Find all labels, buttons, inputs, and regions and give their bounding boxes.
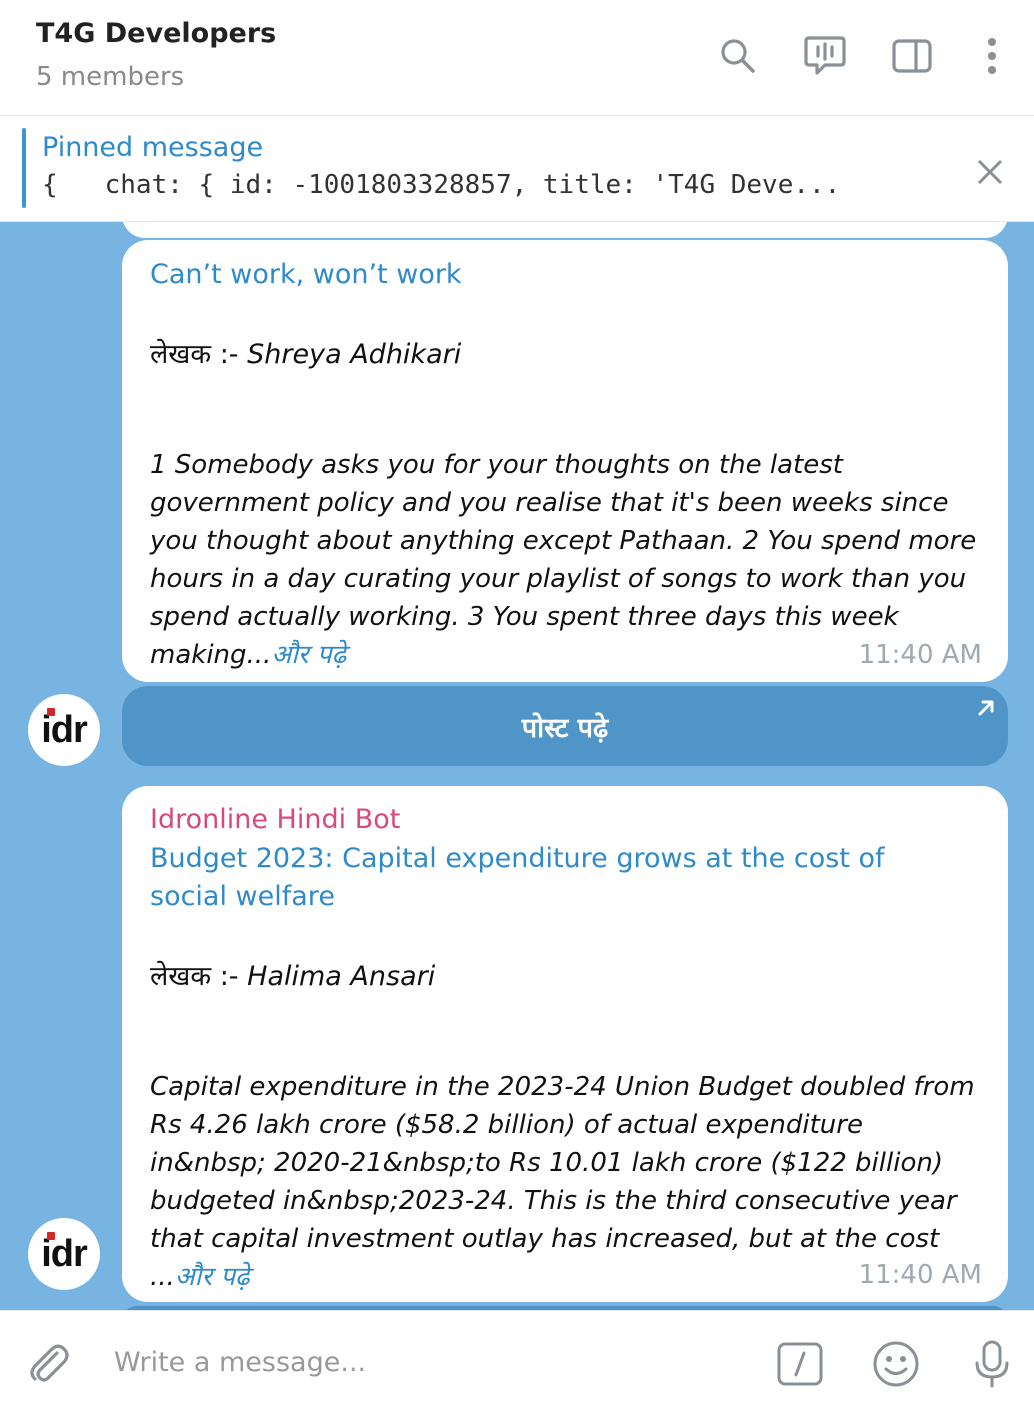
chat-title[interactable]: T4G Developers — [36, 18, 276, 49]
chat-header: T4G Developers 5 members — [0, 0, 1034, 116]
message-text: 1 Somebody asks you for your thoughts on… — [150, 450, 977, 670]
message-bubble[interactable]: Idronline Hindi Bot Budget 2023: Capital… — [122, 786, 1008, 1302]
read-post-button[interactable]: पोस्ट पढ़े — [122, 686, 1008, 766]
message-title[interactable]: Budget 2023: Capital expenditure grows a… — [150, 840, 970, 916]
message-time: 11:40 AM — [858, 1260, 982, 1290]
message-input[interactable]: Write a message... — [114, 1347, 366, 1378]
read-more-link[interactable]: और पढ़े — [175, 1262, 250, 1292]
author-prefix: लेखक :- — [150, 339, 248, 370]
previous-message-edge — [122, 222, 1008, 238]
search-icon[interactable] — [716, 34, 760, 78]
read-post-label: पोस्ट पढ़े — [521, 712, 609, 744]
avatar-logo-dot — [47, 1232, 55, 1240]
bot-avatar[interactable]: idr — [28, 1218, 100, 1290]
author-name: Halima Ansari — [247, 961, 436, 992]
message-list[interactable]: Can’t work, won’t work लेखक :- Shreya Ad… — [0, 222, 1034, 1310]
message-body: 1 Somebody asks you for your thoughts on… — [150, 446, 982, 674]
message-composer: Write a message... — [0, 1310, 1034, 1410]
pinned-label: Pinned message — [42, 132, 264, 163]
message-author: लेखक :- Halima Ansari — [150, 956, 435, 993]
commands-icon[interactable] — [775, 1339, 825, 1389]
pinned-message[interactable]: Pinned message { chat: { id: -1001803328… — [0, 116, 1034, 222]
close-icon[interactable] — [968, 150, 1012, 194]
message-title[interactable]: Can’t work, won’t work — [150, 256, 970, 294]
message-text: Capital expenditure in the 2023-24 Union… — [150, 1072, 975, 1292]
message-author: लेखक :- Shreya Adhikari — [150, 334, 461, 371]
message-body: Capital expenditure in the 2023-24 Union… — [150, 1068, 982, 1296]
microphone-icon[interactable] — [967, 1339, 1017, 1389]
emoji-icon[interactable] — [871, 1339, 921, 1389]
author-name: Shreya Adhikari — [247, 339, 462, 370]
attach-icon[interactable] — [24, 1339, 74, 1389]
bot-avatar[interactable]: idr — [28, 694, 100, 766]
voice-chat-icon[interactable] — [803, 34, 847, 78]
pinned-text: { chat: { id: -1001803328857, title: 'T4… — [42, 170, 841, 200]
author-prefix: लेखक :- — [150, 961, 248, 992]
message-bubble[interactable]: Can’t work, won’t work लेखक :- Shreya Ad… — [122, 240, 1008, 682]
sender-name[interactable]: Idronline Hindi Bot — [150, 804, 400, 835]
more-vertical-icon[interactable] — [970, 34, 1014, 78]
pinned-indicator — [22, 128, 26, 208]
sidebar-toggle-icon[interactable] — [890, 34, 934, 78]
avatar-logo-dot — [47, 708, 55, 716]
read-more-link[interactable]: और पढ़े — [271, 640, 346, 670]
message-time: 11:40 AM — [858, 640, 982, 670]
member-count[interactable]: 5 members — [36, 62, 184, 92]
external-link-icon — [976, 694, 996, 725]
